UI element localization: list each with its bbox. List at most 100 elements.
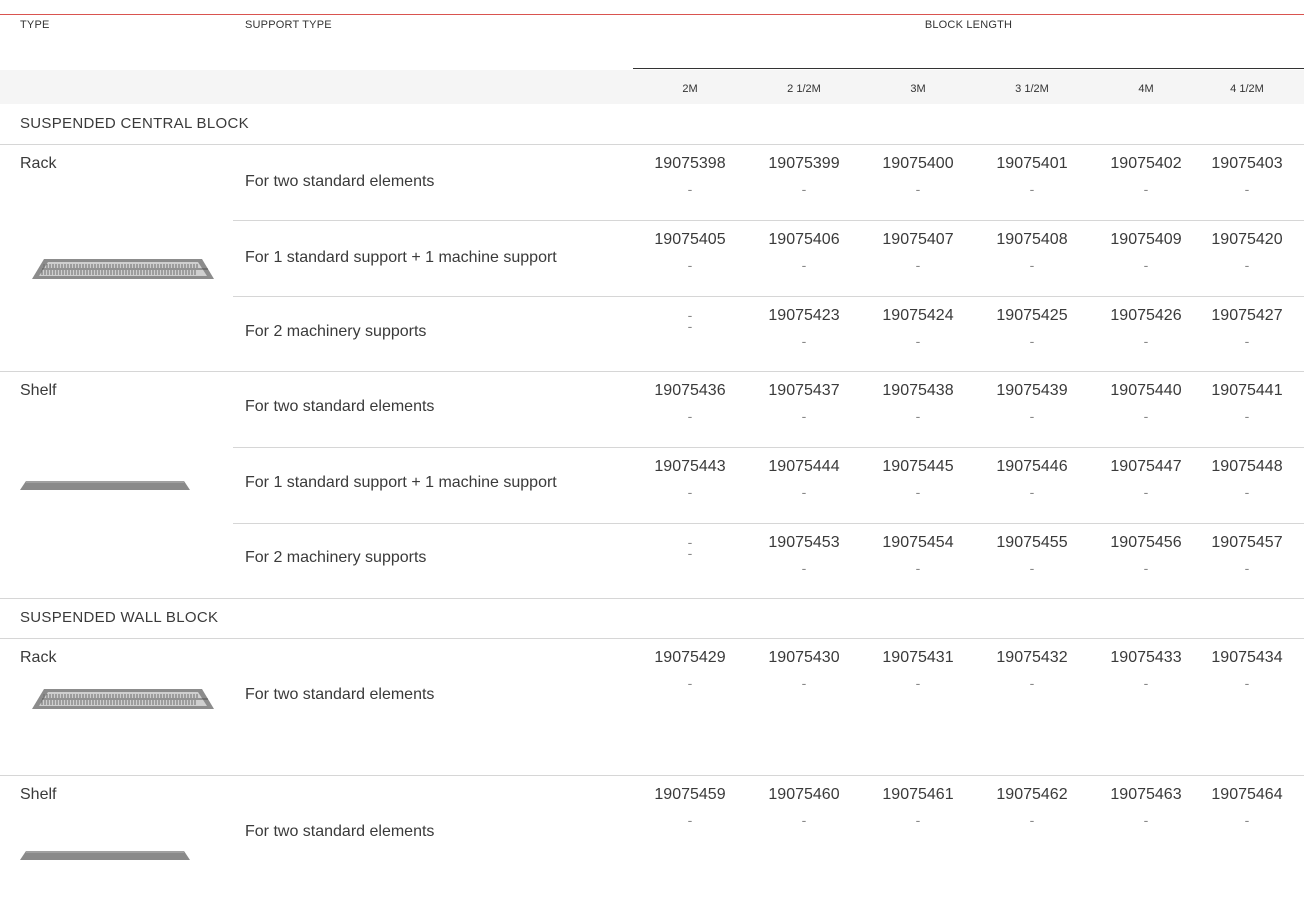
section-title: SUSPENDED WALL BLOCK <box>20 609 219 626</box>
article-placeholder: - <box>687 675 693 691</box>
shelf-icon <box>20 848 190 866</box>
article-placeholder: - <box>1244 333 1250 349</box>
shelf-icon <box>20 478 190 496</box>
article-number: 19075423 <box>768 307 840 324</box>
article-number: 19075424 <box>882 307 954 324</box>
article-placeholder: - <box>1143 408 1149 424</box>
article-placeholder: - <box>687 257 693 273</box>
support-type-label: For 1 standard support + 1 machine suppo… <box>245 249 557 266</box>
article-number: 19075444 <box>768 458 840 475</box>
article-number: 19075448 <box>1211 458 1283 475</box>
article-number: 19075434 <box>1211 649 1283 666</box>
article-placeholder: - <box>687 318 693 334</box>
length-column-header: 3 1/2M <box>1015 83 1049 95</box>
article-number: 19075457 <box>1211 534 1283 551</box>
article-number: 19075454 <box>882 534 954 551</box>
article-placeholder: - <box>1029 812 1035 828</box>
article-number: 19075447 <box>1110 458 1182 475</box>
article-number: 19075425 <box>996 307 1068 324</box>
section-title: SUSPENDED CENTRAL BLOCK <box>20 115 249 132</box>
article-number: 19075461 <box>882 786 954 803</box>
article-number: 19075456 <box>1110 534 1182 551</box>
article-placeholder: - <box>915 181 921 197</box>
article-placeholder: - <box>687 812 693 828</box>
article-number: 19075409 <box>1110 231 1182 248</box>
article-number: 19075462 <box>996 786 1068 803</box>
support-type-label: For two standard elements <box>245 823 435 840</box>
article-number: 19075459 <box>654 786 726 803</box>
support-type-label: For two standard elements <box>245 398 435 415</box>
support-type-label: For two standard elements <box>245 686 435 703</box>
article-number: 19075399 <box>768 155 840 172</box>
block-length-header: BLOCK LENGTH <box>924 19 1013 31</box>
article-number: 19075446 <box>996 458 1068 475</box>
article-placeholder: - <box>1143 484 1149 500</box>
type-label: Rack <box>20 649 57 666</box>
article-placeholder: - <box>801 812 807 828</box>
article-placeholder: - <box>687 181 693 197</box>
article-number: 19075400 <box>882 155 954 172</box>
article-placeholder: - <box>915 560 921 576</box>
article-number: 19075429 <box>654 649 726 666</box>
article-placeholder: - <box>1029 181 1035 197</box>
article-placeholder: - <box>1029 560 1035 576</box>
section-divider <box>0 144 1304 145</box>
article-number: 19075402 <box>1110 155 1182 172</box>
article-placeholder: - <box>1029 257 1035 273</box>
length-column-header: 4M <box>1138 83 1154 95</box>
article-number: 19075460 <box>768 786 840 803</box>
article-number: 19075408 <box>996 231 1068 248</box>
article-placeholder: - <box>1143 333 1149 349</box>
article-placeholder: - <box>1244 181 1250 197</box>
group-divider <box>0 371 1304 372</box>
article-number: 19075455 <box>996 534 1068 551</box>
article-placeholder: - <box>1244 560 1250 576</box>
length-column-header: 2M <box>682 83 698 95</box>
article-placeholder: - <box>915 333 921 349</box>
row-divider <box>233 220 1304 221</box>
group-divider <box>0 775 1304 776</box>
article-number: 19075463 <box>1110 786 1182 803</box>
section-divider <box>0 638 1304 639</box>
article-number: 19075398 <box>654 155 726 172</box>
article-placeholder: - <box>1244 484 1250 500</box>
support-type-label: For 1 standard support + 1 machine suppo… <box>245 474 557 491</box>
article-placeholder: - <box>1029 484 1035 500</box>
article-placeholder: - <box>915 675 921 691</box>
article-placeholder: - <box>1244 812 1250 828</box>
header-top-rule <box>0 14 1304 15</box>
article-placeholder: - <box>687 484 693 500</box>
article-placeholder: - <box>1143 675 1149 691</box>
group-divider <box>0 598 1304 599</box>
article-number: 19075426 <box>1110 307 1182 324</box>
article-number: 19075464 <box>1211 786 1283 803</box>
article-number: 19075431 <box>882 649 954 666</box>
article-placeholder: - <box>801 181 807 197</box>
article-number: 19075438 <box>882 382 954 399</box>
article-number: 19075441 <box>1211 382 1283 399</box>
article-number: 19075433 <box>1110 649 1182 666</box>
article-number: 19075403 <box>1211 155 1283 172</box>
article-placeholder: - <box>687 545 693 561</box>
article-placeholder: - <box>801 675 807 691</box>
article-number: 19075406 <box>768 231 840 248</box>
article-number: 19075436 <box>654 382 726 399</box>
article-placeholder: - <box>1029 408 1035 424</box>
article-number: 19075430 <box>768 649 840 666</box>
article-number: 19075443 <box>654 458 726 475</box>
length-column-header: 4 1/2M <box>1230 83 1264 95</box>
article-placeholder: - <box>1143 560 1149 576</box>
article-number: 19075453 <box>768 534 840 551</box>
article-placeholder: - <box>915 484 921 500</box>
article-placeholder: - <box>1029 675 1035 691</box>
type-label: Shelf <box>20 786 57 803</box>
article-number: 19075401 <box>996 155 1068 172</box>
article-number: 19075420 <box>1211 231 1283 248</box>
article-placeholder: - <box>801 560 807 576</box>
article-number: 19075445 <box>882 458 954 475</box>
row-divider <box>233 523 1304 524</box>
support-type-label: For two standard elements <box>245 173 435 190</box>
article-placeholder: - <box>1143 812 1149 828</box>
article-placeholder: - <box>801 333 807 349</box>
article-placeholder: - <box>801 408 807 424</box>
